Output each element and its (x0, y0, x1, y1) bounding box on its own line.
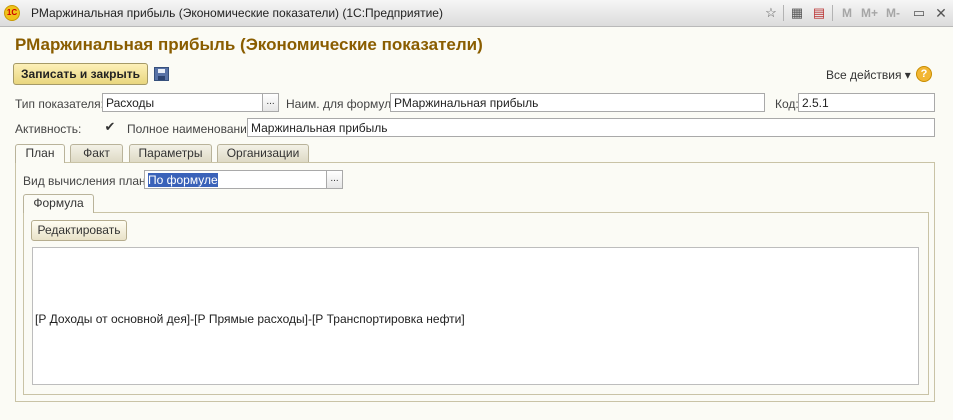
window-titlebar: 1C РМаржинальная прибыль (Экономические … (0, 0, 953, 27)
indicator-type-select-button[interactable]: ... (262, 93, 279, 112)
code-label: Код: (775, 97, 799, 111)
formula-text: [Р Доходы от основной дея]-[Р Прямые рас… (35, 312, 465, 326)
calc-type-value: По формуле (148, 173, 218, 187)
calendar-icon[interactable]: ▤ (811, 5, 827, 21)
favorites-icon[interactable]: ☆ (763, 5, 779, 21)
formula-name-label: Наим. для формул: (286, 97, 395, 111)
toolbar-separator (832, 5, 833, 21)
tab-formula[interactable]: Формула (23, 194, 94, 213)
toolbar-separator (783, 5, 784, 21)
code-field[interactable]: 2.5.1 (798, 93, 935, 112)
memory-add-button[interactable]: M+ (861, 6, 878, 20)
indicator-type-label: Тип показателя: (15, 97, 104, 111)
formula-text-area[interactable]: [Р Доходы от основной дея]-[Р Прямые рас… (32, 247, 919, 385)
memory-subtract-button[interactable]: M- (886, 6, 900, 20)
full-name-field[interactable]: Маржинальная прибыль (247, 118, 935, 137)
calc-type-field[interactable]: По формуле (144, 170, 328, 189)
activity-label: Активность: (15, 122, 82, 136)
memory-m-button[interactable]: M (842, 6, 852, 20)
save-icon[interactable] (154, 67, 169, 81)
tab-parameters[interactable]: Параметры (129, 144, 212, 162)
restore-window-icon[interactable]: ▭ (911, 5, 927, 21)
calculator-icon[interactable]: ▦ (789, 5, 805, 21)
page-title: РМаржинальная прибыль (Экономические пок… (15, 35, 483, 54)
help-icon[interactable]: ? (916, 66, 932, 82)
close-window-icon[interactable]: ✕ (933, 5, 949, 21)
indicator-type-field[interactable]: Расходы (102, 93, 263, 112)
all-actions-menu[interactable]: Все действия ▾ (826, 68, 911, 82)
calc-type-select-button[interactable]: ... (326, 170, 343, 189)
tab-organizations[interactable]: Организации (217, 144, 309, 162)
window-title: РМаржинальная прибыль (Экономические пок… (31, 6, 443, 20)
tab-fact[interactable]: Факт (70, 144, 123, 162)
full-name-label: Полное наименование: (127, 122, 257, 136)
tab-plan[interactable]: План (15, 144, 65, 163)
formula-name-field[interactable]: РМаржинальная прибыль (390, 93, 765, 112)
app-logo-icon: 1C (4, 5, 20, 21)
activity-checkbox[interactable]: ✔ (104, 120, 116, 133)
save-and-close-button[interactable]: Записать и закрыть (13, 63, 148, 85)
calc-type-label: Вид вычисления план: (23, 174, 149, 188)
edit-formula-button[interactable]: Редактировать (31, 220, 127, 241)
